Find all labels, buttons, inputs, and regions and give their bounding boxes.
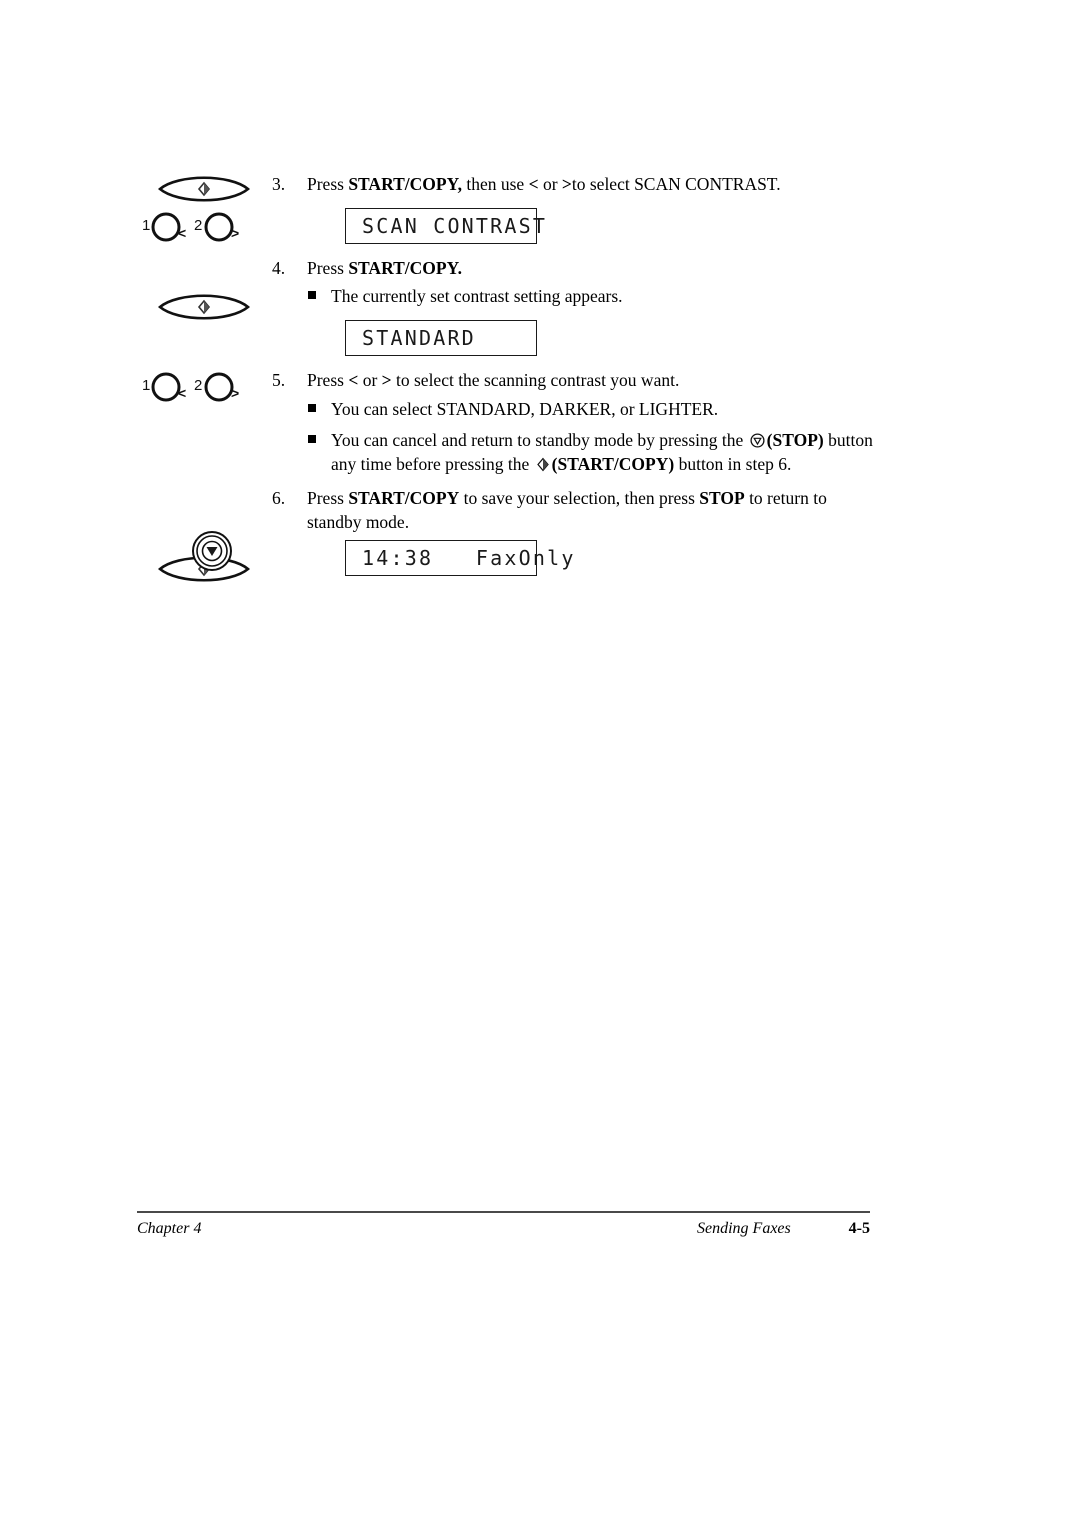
step-3-right-arrow-label: >: [561, 174, 572, 194]
bullet-square-icon: [308, 404, 316, 412]
footer-chapter: Chapter 4: [137, 1220, 202, 1237]
svg-text:2: 2: [194, 217, 202, 234]
footer-page-number: 4-5: [848, 1220, 870, 1237]
bullet-cancel-standby: You can cancel and return to standby mod…: [308, 428, 873, 476]
step-3-number: 3.: [272, 174, 286, 194]
step-3-text-c: then use: [461, 174, 529, 194]
step-3-start-copy-label: START/COPY,: [348, 174, 462, 194]
step-6-text: Press START/COPY to save your selection,…: [307, 486, 852, 534]
control-key-gutter: 1 < 2 > 1 < 2 >: [130, 0, 275, 1200]
bullet-cancel-stop-label: (STOP): [766, 430, 824, 450]
svg-text:2: 2: [194, 377, 202, 394]
step-4: 4. Press START/COPY.: [272, 256, 872, 280]
bullet-cancel-text-line2-c: button in step 6.: [674, 454, 792, 475]
bullet-can-select-text: You can select STANDARD, DARKER, or LIGH…: [331, 399, 719, 419]
svg-text:<: <: [178, 385, 186, 401]
stop-key-icon: [750, 433, 765, 448]
bullet-can-select: You can select STANDARD, DARKER, or LIGH…: [308, 397, 878, 421]
footer-right-group: Sending Faxes 4-5: [697, 1220, 870, 1238]
svg-text:1: 1: [142, 377, 150, 394]
step-5-text-a: Press: [307, 370, 349, 390]
step-6: 6. Press START/COPY to save your selecti…: [272, 486, 852, 534]
svg-text:<: <: [178, 225, 186, 241]
bullet-contrast-appears-text: The currently set contrast setting appea…: [331, 286, 623, 306]
stop-key-icon: [191, 530, 233, 572]
bullet-contrast-appears: The currently set contrast setting appea…: [308, 284, 878, 308]
manual-page: 1 < 2 > 1 < 2 > 3. Press START/COPY, the…: [0, 0, 1080, 1528]
step-3-text-g: to select SCAN CONTRAST.: [571, 174, 781, 194]
lcd-display-standby: 14:38 FaxOnly: [345, 540, 573, 576]
step-5-text-c: or: [358, 370, 382, 390]
start-copy-key-icon: [158, 172, 250, 206]
step-3-left-arrow-label: <: [528, 174, 539, 194]
step-5-text: Press < or > to select the scanning cont…: [307, 368, 872, 392]
step-5-number: 5.: [272, 370, 286, 390]
footer-divider: [137, 1211, 870, 1213]
step-4-start-copy-label: START/COPY.: [348, 258, 462, 278]
step-4-number: 4.: [272, 258, 286, 278]
step-5-left-arrow-label: <: [348, 370, 359, 390]
step-3-text-a: Press: [307, 174, 349, 194]
step-5: 5. Press < or > to select the scanning c…: [272, 368, 872, 392]
bullet-cancel-standby-text: You can cancel and return to standby mod…: [331, 428, 873, 476]
step-6-text-c: to save your selection, then press: [459, 488, 700, 508]
svg-text:1: 1: [142, 217, 150, 234]
arrow-keys-icon: 1 < 2 >: [140, 206, 255, 248]
bullet-cancel-start-copy-label: (START/COPY): [551, 454, 675, 475]
footer-section-title: Sending Faxes: [697, 1220, 791, 1237]
step-6-stop-label: STOP: [699, 488, 745, 508]
step-3-text: Press START/COPY, then use < or >to sele…: [307, 172, 872, 196]
step-3: 3. Press START/COPY, then use < or >to s…: [272, 172, 872, 196]
lcd-display-scan-contrast: SCAN CONTRAST: [345, 208, 545, 244]
step-4-text-a: Press: [307, 258, 349, 278]
svg-text:>: >: [231, 225, 239, 241]
step-6-text-a: Press: [307, 488, 349, 508]
bullet-square-icon: [308, 435, 316, 443]
step-5-text-e: to select the scanning contrast you want…: [391, 370, 680, 390]
arrow-keys-icon: 1 < 2 >: [140, 366, 255, 408]
lcd-display-standard: STANDARD: [345, 320, 537, 356]
start-copy-key-icon: [158, 290, 250, 324]
svg-text:>: >: [231, 385, 239, 401]
step-3-text-e: or: [538, 174, 562, 194]
bullet-square-icon: [308, 291, 316, 299]
bullet-cancel-text-a: You can cancel and return to standby mod…: [331, 430, 748, 450]
step-5-right-arrow-label: >: [381, 370, 392, 390]
start-copy-key-icon: [536, 457, 550, 472]
step-4-text: Press START/COPY.: [307, 256, 872, 280]
step-6-number: 6.: [272, 488, 286, 508]
step-6-start-copy-label: START/COPY: [348, 488, 460, 508]
